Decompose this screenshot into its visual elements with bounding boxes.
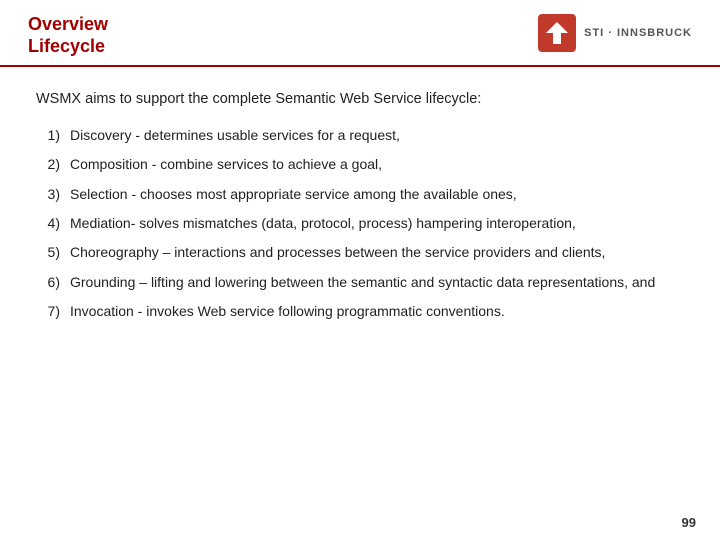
item-number-4: 4) — [36, 213, 60, 233]
list-item: 4) Mediation- solves mismatches (data, p… — [36, 213, 684, 233]
item-number-6: 6) — [36, 272, 60, 292]
page-number: 99 — [682, 515, 696, 530]
item-number-2: 2) — [36, 154, 60, 174]
logo-label: STI · INNSBRUCK — [584, 27, 692, 39]
list-item: 5) Choreography – interactions and proce… — [36, 242, 684, 262]
logo-text-area: STI · INNSBRUCK — [584, 27, 692, 39]
item-text-6: Grounding – lifting and lowering between… — [70, 272, 684, 292]
main-content: WSMX aims to support the complete Semant… — [0, 67, 720, 346]
item-number-5: 5) — [36, 242, 60, 262]
sti-logo-icon — [538, 14, 576, 52]
item-text-2: Composition - combine services to achiev… — [70, 154, 684, 174]
header: Overview Lifecycle STI · INNSBRUCK — [0, 0, 720, 67]
title-overview: Overview — [28, 14, 108, 36]
item-number-1: 1) — [36, 125, 60, 145]
header-title: Overview Lifecycle — [28, 14, 108, 57]
list-item: 7) Invocation - invokes Web service foll… — [36, 301, 684, 321]
title-lifecycle: Lifecycle — [28, 36, 108, 58]
logo-area: STI · INNSBRUCK — [538, 14, 692, 52]
list-item: 6) Grounding – lifting and lowering betw… — [36, 272, 684, 292]
item-text-5: Choreography – interactions and processe… — [70, 242, 684, 262]
item-text-4: Mediation- solves mismatches (data, prot… — [70, 213, 684, 233]
item-number-7: 7) — [36, 301, 60, 321]
item-number-3: 3) — [36, 184, 60, 204]
list-item: 1) Discovery - determines usable service… — [36, 125, 684, 145]
list-item: 2) Composition - combine services to ach… — [36, 154, 684, 174]
item-text-3: Selection - chooses most appropriate ser… — [70, 184, 684, 204]
intro-paragraph: WSMX aims to support the complete Semant… — [36, 91, 684, 107]
list-item: 3) Selection - chooses most appropriate … — [36, 184, 684, 204]
item-text-7: Invocation - invokes Web service followi… — [70, 301, 684, 321]
item-text-1: Discovery - determines usable services f… — [70, 125, 684, 145]
